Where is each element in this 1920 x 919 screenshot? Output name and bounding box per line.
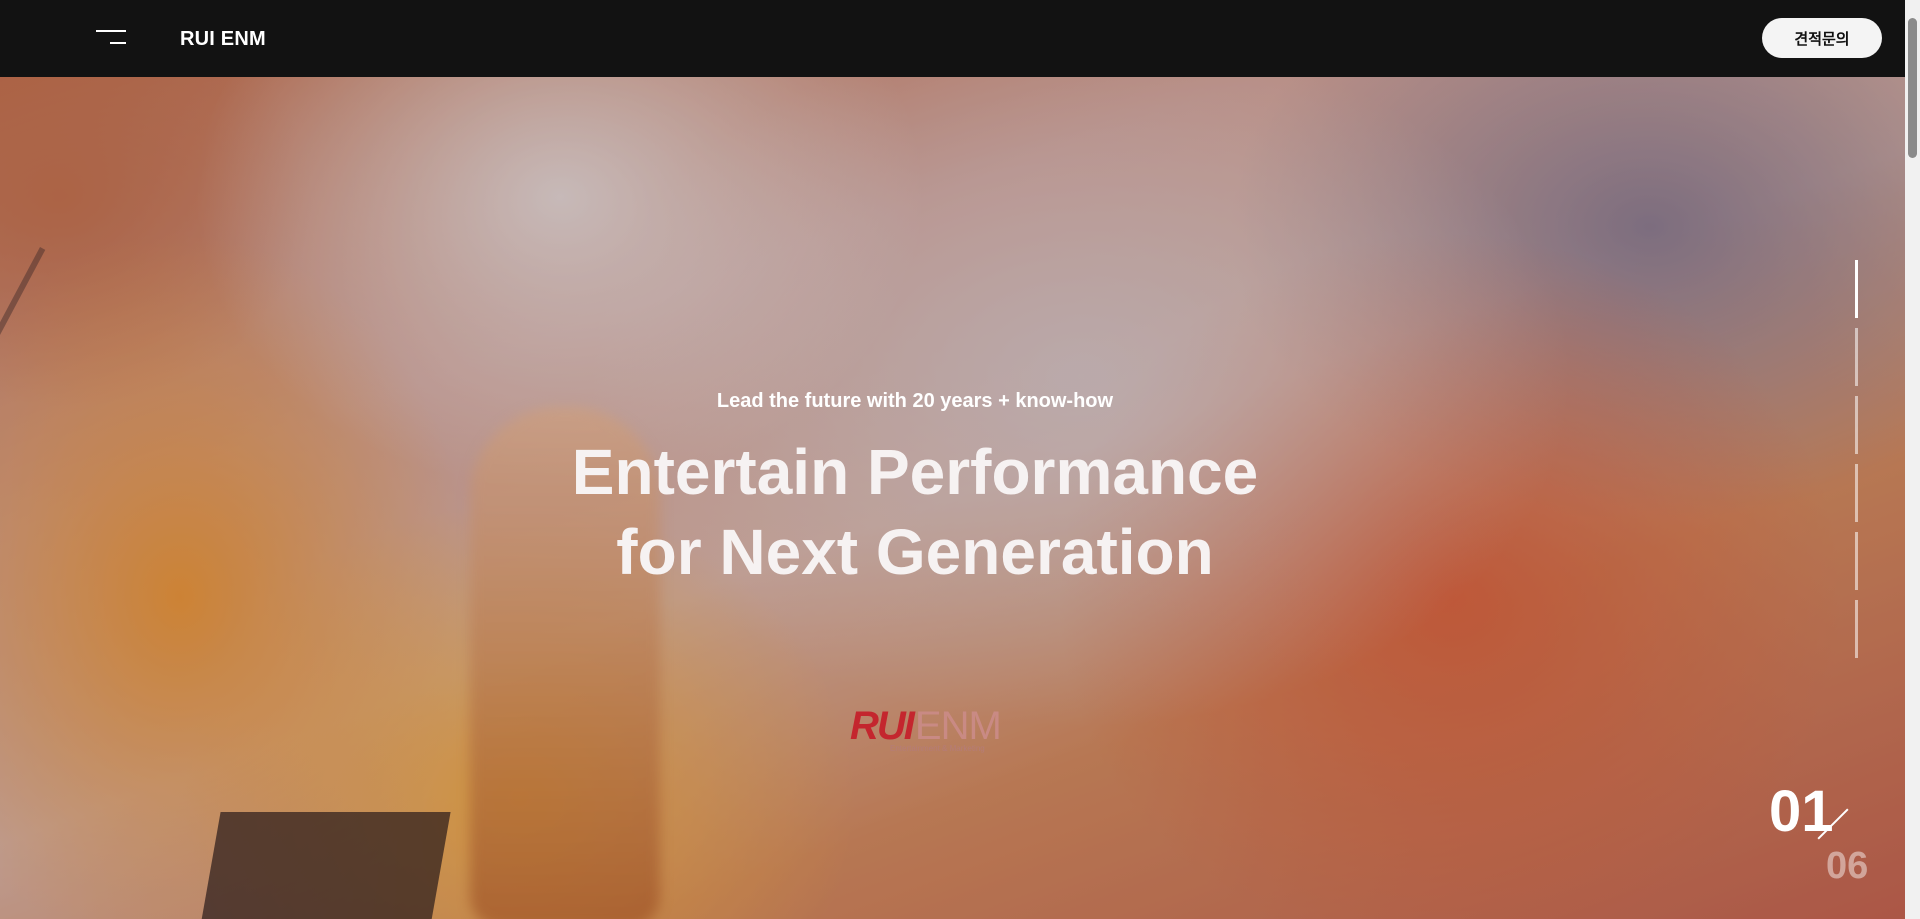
slide-indicator-2[interactable] — [1855, 328, 1858, 386]
hamburger-menu-icon[interactable] — [96, 30, 126, 48]
slide-indicator-3[interactable] — [1855, 396, 1858, 454]
site-header: RUI ENM 견적문의 — [0, 0, 1905, 77]
hero-title: Entertain Performance for Next Generatio… — [0, 432, 1830, 592]
center-brand-logo: RUI ENM Entertainment & Marketing — [850, 704, 1002, 753]
slide-counter-current: 01 — [1769, 779, 1834, 844]
logo-enm: ENM — [914, 704, 1002, 748]
hero-title-line-1: Entertain Performance — [571, 436, 1259, 508]
background-speaker — [199, 812, 451, 919]
header-logo[interactable]: RUI ENM — [180, 28, 266, 51]
slide-indicator-1[interactable] — [1855, 260, 1858, 318]
menu-line-bottom — [110, 42, 126, 44]
slide-counter-total: 06 — [1826, 845, 1869, 887]
page-scrollbar[interactable] — [1905, 0, 1920, 919]
hero-subtitle: Lead the future with 20 years + know-how — [716, 390, 1114, 412]
hero-title-line-2: for Next Generation — [616, 516, 1214, 588]
slide-indicator-6[interactable] — [1855, 600, 1858, 658]
slide-indicator-5[interactable] — [1855, 532, 1858, 590]
logo-tagline: Entertainment & Marketing — [890, 744, 985, 753]
quote-request-button[interactable]: 견적문의 — [1762, 18, 1882, 58]
menu-line-top — [96, 30, 126, 32]
slide-indicator-4[interactable] — [1855, 464, 1858, 522]
scrollbar-thumb[interactable] — [1908, 18, 1917, 158]
logo-rui: RUI — [850, 704, 915, 748]
slide-pagination — [1855, 260, 1859, 668]
